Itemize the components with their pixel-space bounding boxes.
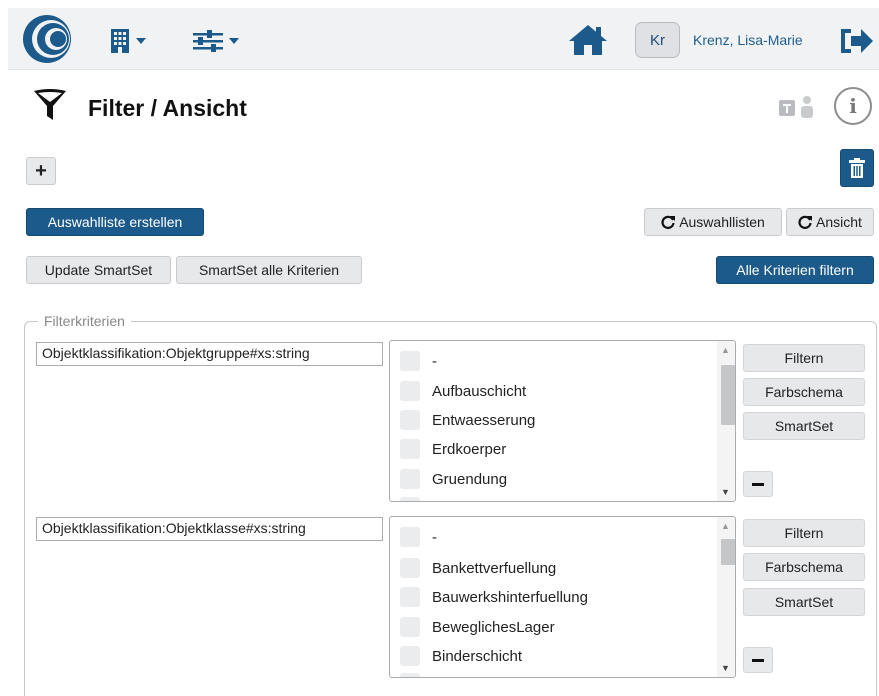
criterion-field-input[interactable]: Objektklassifikation:Objektklasse#xs:str… xyxy=(36,517,383,541)
filter-button[interactable]: Filtern xyxy=(743,519,865,547)
scroll-thumb[interactable] xyxy=(721,539,735,565)
caret-down-icon xyxy=(229,38,239,44)
criterion-options-list[interactable]: - Aufbauschicht Entwaesserung Erdkoerper… xyxy=(389,340,736,502)
scroll-down-icon[interactable]: ▼ xyxy=(721,487,730,497)
scroll-up-icon[interactable]: ▲ xyxy=(721,521,730,531)
caret-down-icon xyxy=(136,38,146,44)
teams-icon[interactable] xyxy=(778,95,818,121)
refresh-view-label: Ansicht xyxy=(816,214,862,230)
filter-button[interactable]: Filtern xyxy=(743,344,865,372)
list-item[interactable]: Bauwerkshinterfuellung xyxy=(400,585,588,609)
sliders-icon xyxy=(193,30,223,52)
refresh-icon xyxy=(661,215,676,229)
remove-criterion-button[interactable] xyxy=(743,471,773,497)
update-smartset-button[interactable]: Update SmartSet xyxy=(26,256,171,284)
info-icon[interactable]: i xyxy=(834,87,872,125)
criterion-field-input[interactable]: Objektklassifikation:Objektgruppe#xs:str… xyxy=(36,342,383,366)
refresh-selection-lists-button[interactable]: Auswahllisten xyxy=(644,208,782,236)
checkbox[interactable] xyxy=(400,587,420,607)
smartset-button[interactable]: SmartSet xyxy=(743,412,865,440)
checkbox[interactable] xyxy=(400,351,420,371)
building-menu-button[interactable] xyxy=(110,26,146,56)
color-scheme-button[interactable]: Farbschema xyxy=(743,553,865,581)
settings-menu-button[interactable] xyxy=(193,26,239,56)
list-item[interactable]: Binderschicht xyxy=(400,644,522,668)
building-icon xyxy=(111,29,129,53)
scrollbar[interactable]: ▲ ▼ xyxy=(717,517,735,677)
checkbox[interactable] xyxy=(400,558,420,578)
list-item[interactable]: Gruendung xyxy=(400,467,507,491)
funnel-icon xyxy=(34,89,66,120)
criterion-options-list[interactable]: - Bankettverfuellung Bauwerkshinterfuell… xyxy=(389,516,736,678)
page-title: Filter / Ansicht xyxy=(88,95,247,121)
remove-criterion-button[interactable] xyxy=(743,647,773,673)
checkbox[interactable] xyxy=(400,410,420,430)
scroll-thumb[interactable] xyxy=(721,365,735,425)
scrollbar[interactable]: ▲ ▼ xyxy=(717,341,735,501)
checkbox[interactable] xyxy=(400,439,420,459)
user-name[interactable]: Krenz, Lisa-Marie xyxy=(693,32,803,48)
create-selection-list-button[interactable]: Auswahlliste erstellen xyxy=(26,208,204,236)
minus-icon xyxy=(752,658,764,662)
scroll-up-icon[interactable]: ▲ xyxy=(721,345,730,355)
list-item xyxy=(400,671,420,677)
checkbox[interactable] xyxy=(400,469,420,489)
delete-button[interactable] xyxy=(840,149,874,187)
filter-all-criteria-button[interactable]: Alle Kriterien filtern xyxy=(716,256,874,284)
add-button[interactable]: + xyxy=(26,157,56,185)
logo-icon[interactable] xyxy=(22,14,72,64)
list-item[interactable]: Aufbauschicht xyxy=(400,379,526,403)
checkbox[interactable] xyxy=(400,646,420,666)
smartset-all-criteria-button[interactable]: SmartSet alle Kriterien xyxy=(176,256,362,284)
list-item xyxy=(400,495,420,501)
list-item[interactable]: - xyxy=(400,349,437,373)
refresh-lists-label: Auswahllisten xyxy=(679,214,765,230)
top-bar: Kr Krenz, Lisa-Marie xyxy=(8,8,879,70)
list-item[interactable]: Erdkoerper xyxy=(400,437,506,461)
checkbox[interactable] xyxy=(400,617,420,637)
refresh-icon xyxy=(798,215,813,229)
checkbox[interactable] xyxy=(400,381,420,401)
scroll-down-icon[interactable]: ▼ xyxy=(721,663,730,673)
minus-icon xyxy=(752,482,764,486)
list-item[interactable]: Bankettverfuellung xyxy=(400,556,556,580)
trash-icon xyxy=(849,158,865,178)
filter-criteria-legend: Filterkriterien xyxy=(38,313,131,329)
home-icon[interactable] xyxy=(568,24,608,56)
list-item[interactable]: Entwaesserung xyxy=(400,408,535,432)
refresh-view-button[interactable]: Ansicht xyxy=(786,208,874,236)
color-scheme-button[interactable]: Farbschema xyxy=(743,378,865,406)
list-item[interactable]: BeweglichesLager xyxy=(400,615,555,639)
avatar[interactable]: Kr xyxy=(635,22,680,58)
checkbox[interactable] xyxy=(400,527,420,547)
smartset-button[interactable]: SmartSet xyxy=(743,588,865,616)
logout-icon[interactable] xyxy=(839,26,875,56)
list-item[interactable]: - xyxy=(400,525,437,549)
